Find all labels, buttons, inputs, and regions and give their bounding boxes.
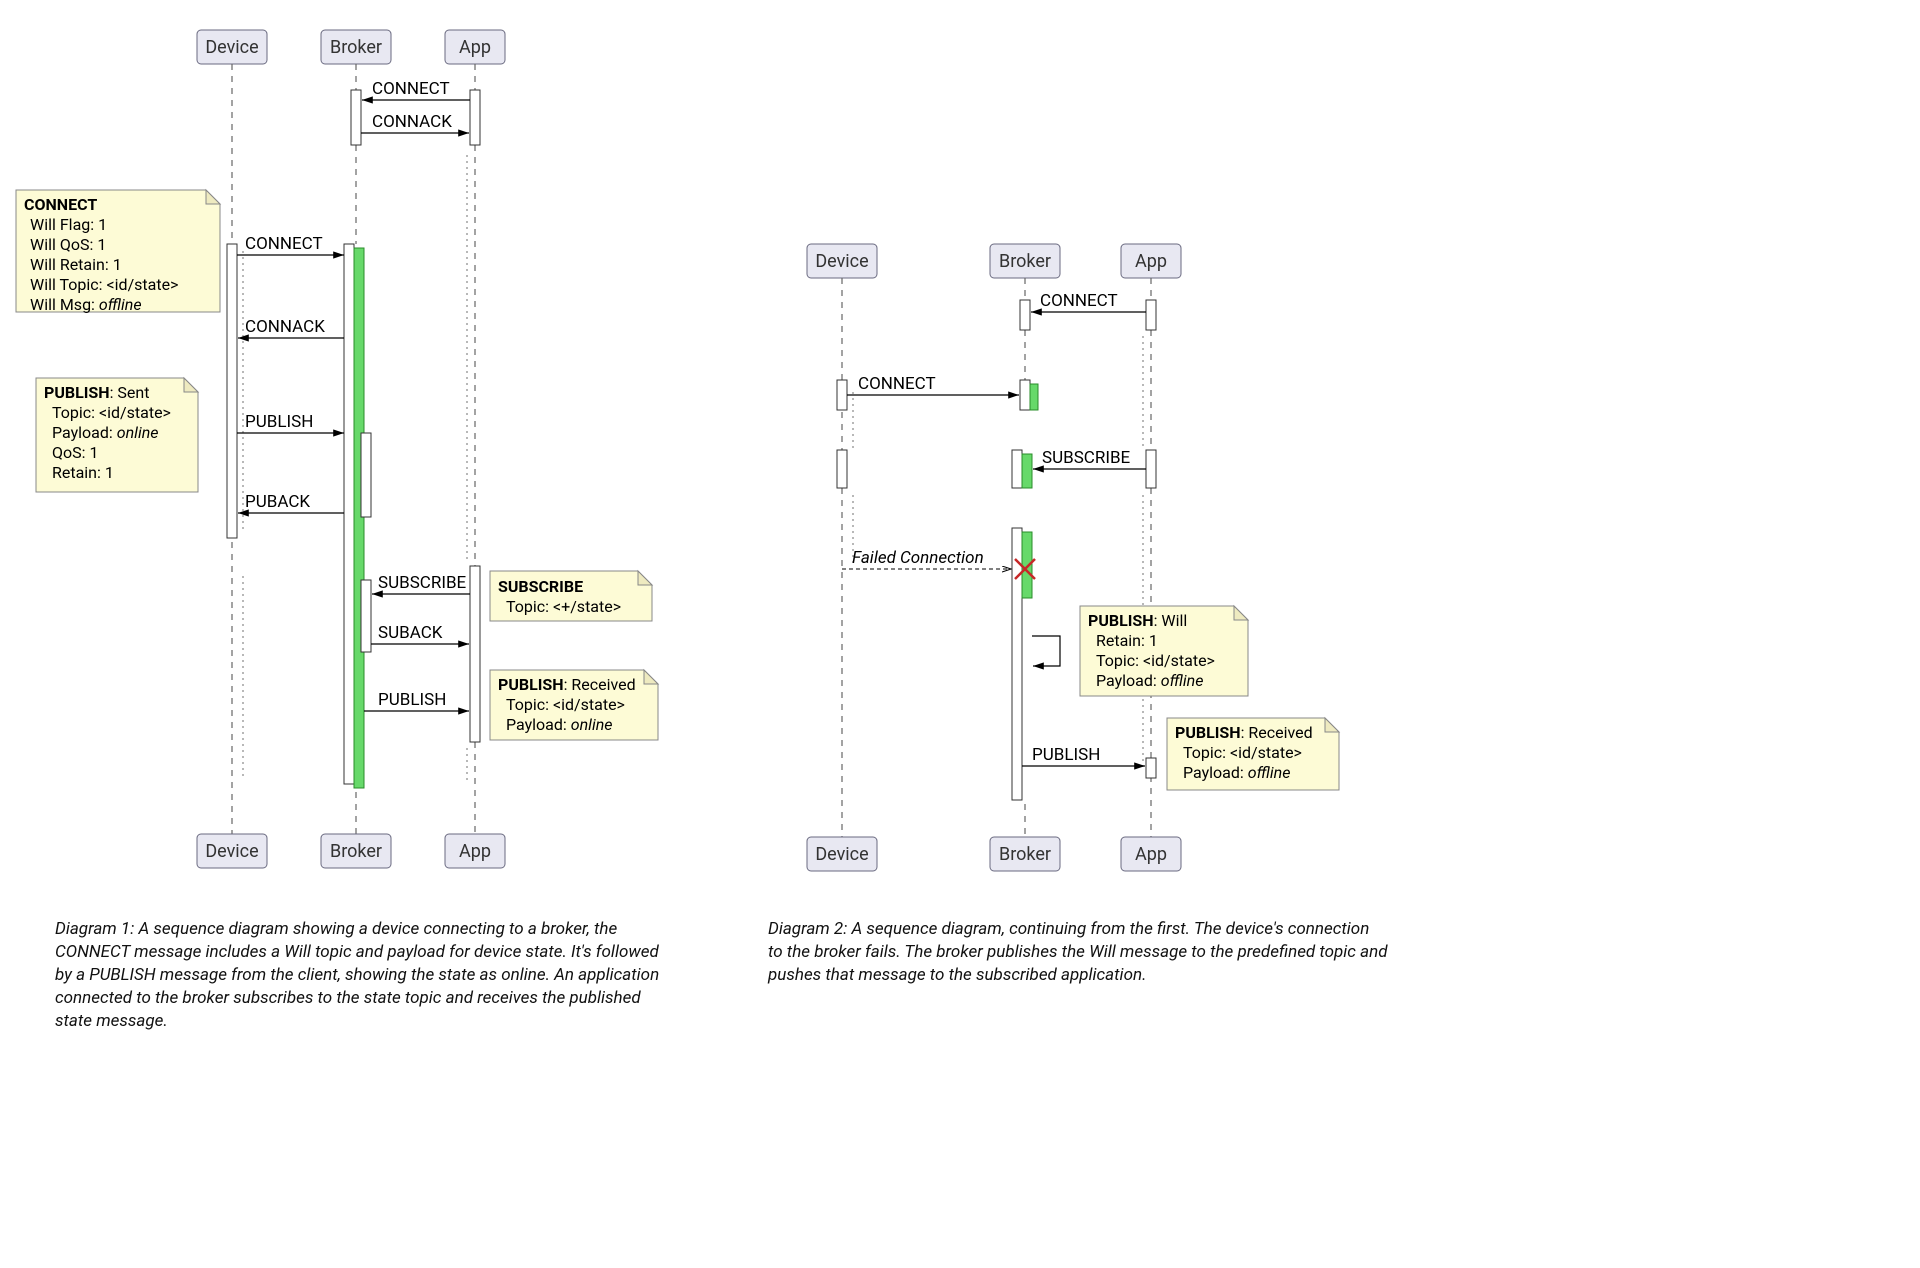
svg-text:Broker: Broker (330, 37, 382, 58)
svg-text:Retain: 1: Retain: 1 (52, 463, 114, 482)
svg-text:Topic: <id/state>: Topic: <id/state> (52, 403, 171, 422)
d2-actor-app-top: App (1121, 244, 1181, 278)
svg-text:PUBLISH: PUBLISH (1032, 745, 1100, 765)
svg-text:Payload: offline: Payload: offline (1096, 671, 1203, 690)
svg-text:CONNECT: CONNECT (1040, 291, 1118, 311)
svg-text:App: App (459, 37, 491, 58)
d2-actor-device-bottom: Device (807, 837, 877, 871)
svg-text:SUBACK: SUBACK (378, 623, 443, 643)
svg-text:Device: Device (815, 251, 868, 272)
svg-text:Device: Device (205, 841, 258, 862)
svg-text:PUBLISH: PUBLISH (378, 690, 446, 710)
svg-text:Retain: 1: Retain: 1 (1096, 631, 1158, 650)
svg-text:CONNECT: CONNECT (372, 79, 450, 99)
note-connect: CONNECT Will Flag: 1 Will QoS: 1 Will Re… (16, 190, 220, 314)
actor-broker-top: Broker (321, 30, 391, 64)
svg-text:Will Retain: 1: Will Retain: 1 (30, 255, 122, 274)
svg-text:Will Topic: <id/state>: Will Topic: <id/state> (30, 275, 178, 294)
d2-actor-app-bottom: App (1121, 837, 1181, 871)
caption-diagram-1: Diagram 1: A sequence diagram showing a … (55, 918, 675, 1033)
svg-text:Broker: Broker (330, 841, 382, 862)
caption-diagram-2: Diagram 2: A sequence diagram, continuin… (768, 918, 1388, 987)
svg-text:PUBLISH: Received: PUBLISH: Received (1175, 723, 1313, 742)
svg-text:PUBLISH: PUBLISH (245, 412, 313, 432)
svg-text:SUBSCRIBE: SUBSCRIBE (1042, 448, 1131, 468)
note-publish-received-d1: PUBLISH: Received Topic: <id/state> Payl… (490, 670, 658, 740)
svg-text:PUBLISH: Sent: PUBLISH: Sent (44, 383, 149, 402)
diagrams-svg: Device Broker App CONNECT (0, 0, 1920, 1268)
svg-text:App: App (1135, 844, 1167, 865)
svg-text:CONNACK: CONNACK (372, 112, 452, 132)
diagram-1: Device Broker App CONNECT (16, 30, 658, 868)
actor-app-top: App (445, 30, 505, 64)
svg-text:App: App (1135, 251, 1167, 272)
sequence-diagrams: Device Broker App CONNECT (0, 0, 1920, 1268)
svg-text:CONNECT: CONNECT (858, 374, 936, 394)
d2-actor-device-top: Device (807, 244, 877, 278)
note-publish-will: PUBLISH: Will Retain: 1 Topic: <id/state… (1080, 606, 1248, 696)
svg-text:QoS: 1: QoS: 1 (52, 443, 98, 462)
svg-text:Failed Connection: Failed Connection (852, 548, 984, 568)
svg-text:Device: Device (815, 844, 868, 865)
svg-text:Topic: <id/state>: Topic: <id/state> (506, 695, 625, 714)
d2-actor-broker-top: Broker (990, 244, 1060, 278)
actor-device-bottom: Device (197, 834, 267, 868)
svg-text:SUBSCRIBE: SUBSCRIBE (498, 577, 583, 596)
svg-text:Topic: <id/state>: Topic: <id/state> (1096, 651, 1215, 670)
svg-text:Topic: <+/state>: Topic: <+/state> (506, 597, 621, 616)
svg-text:CONNACK: CONNACK (245, 317, 325, 337)
svg-text:Device: Device (205, 37, 258, 58)
note-subscribe: SUBSCRIBE Topic: <+/state> (490, 571, 652, 621)
svg-text:Broker: Broker (999, 844, 1051, 865)
note-publish-sent: PUBLISH: Sent Topic: <id/state> Payload:… (36, 378, 198, 492)
svg-text:Will Msg: offline: Will Msg: offline (30, 295, 142, 314)
note-publish-received-d2: PUBLISH: Received Topic: <id/state> Payl… (1167, 718, 1339, 790)
svg-text:SUBSCRIBE: SUBSCRIBE (378, 573, 467, 593)
svg-text:Topic: <id/state>: Topic: <id/state> (1183, 743, 1302, 762)
svg-text:CONNECT: CONNECT (245, 234, 323, 254)
svg-text:PUBACK: PUBACK (245, 492, 310, 512)
svg-text:PUBLISH: Received: PUBLISH: Received (498, 675, 636, 694)
svg-text:PUBLISH: Will: PUBLISH: Will (1088, 611, 1187, 630)
svg-text:Will QoS: 1: Will QoS: 1 (30, 235, 106, 254)
actor-broker-bottom: Broker (321, 834, 391, 868)
actor-app-bottom: App (445, 834, 505, 868)
d2-actor-broker-bottom: Broker (990, 837, 1060, 871)
svg-text:Payload: online: Payload: online (52, 423, 159, 442)
diagram-2: Device Broker App CONNECT (807, 244, 1339, 871)
svg-text:Will Flag: 1: Will Flag: 1 (30, 215, 107, 234)
svg-text:Broker: Broker (999, 251, 1051, 272)
svg-text:Payload: online: Payload: online (506, 715, 613, 734)
actor-device-top: Device (197, 30, 267, 64)
svg-text:CONNECT: CONNECT (24, 195, 97, 214)
svg-text:Payload: offline: Payload: offline (1183, 763, 1290, 782)
svg-text:App: App (459, 841, 491, 862)
